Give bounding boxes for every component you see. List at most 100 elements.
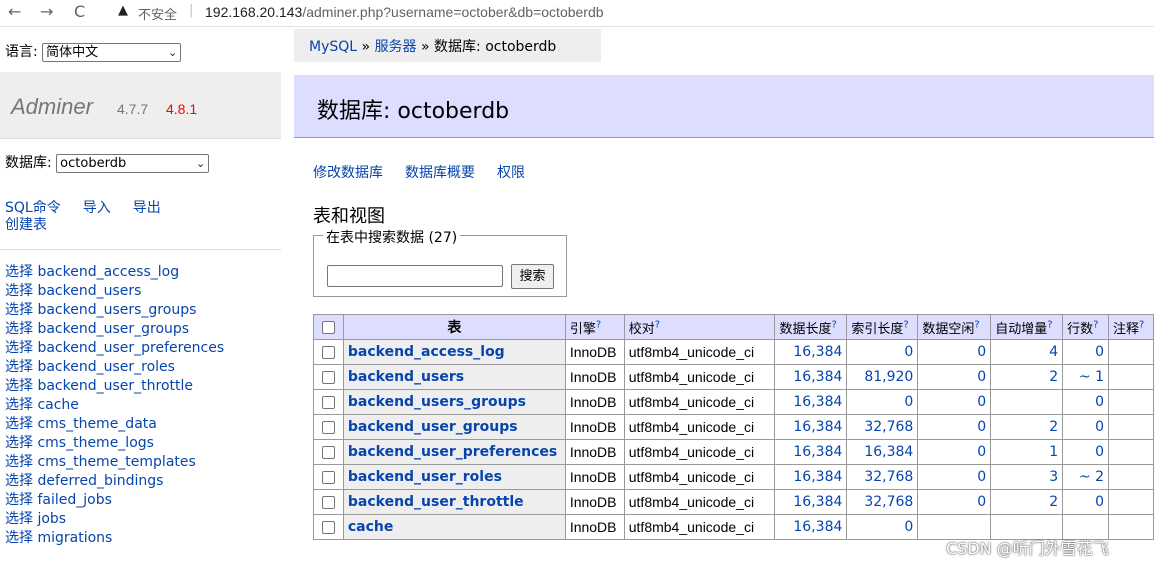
rows-link[interactable]: 0 <box>1095 419 1104 435</box>
column-header-name[interactable]: 表 <box>342 314 566 340</box>
table-name-link[interactable]: backend_users_groups <box>348 394 526 410</box>
column-header-rows[interactable]: 行数? <box>1062 314 1110 340</box>
rows-link[interactable]: 0 <box>1095 444 1104 460</box>
select-table-link[interactable]: 选择 backend_access_log <box>5 264 179 280</box>
data-free-link[interactable]: 0 <box>977 344 986 360</box>
data-length-link[interactable]: 16,384 <box>793 419 842 435</box>
row-checkbox[interactable] <box>321 445 335 459</box>
data-length-link[interactable]: 16,384 <box>793 394 842 410</box>
rows-link[interactable]: 0 <box>1095 494 1104 510</box>
index-length-link[interactable]: 0 <box>904 344 913 360</box>
help-icon[interactable]: ? <box>903 319 908 330</box>
help-icon[interactable]: ? <box>655 319 660 330</box>
create-table-link[interactable]: 创建表 <box>5 217 47 233</box>
select-table-link[interactable]: 选择 backend_user_throttle <box>5 378 193 394</box>
row-checkbox[interactable] <box>321 495 335 509</box>
column-header-index-length[interactable]: 索引长度? <box>846 314 919 340</box>
auto-increment-link[interactable]: 2 <box>1049 494 1058 510</box>
data-free-link[interactable]: 0 <box>977 494 986 510</box>
data-length-link[interactable]: 16,384 <box>793 344 842 360</box>
index-length-link[interactable]: 32,768 <box>864 494 913 510</box>
data-length-link[interactable]: 16,384 <box>793 519 842 535</box>
select-table-link[interactable]: 选择 failed_jobs <box>5 492 112 508</box>
column-header-engine[interactable]: 引擎? <box>564 314 625 340</box>
insecure-label[interactable]: 不安全 <box>138 4 177 23</box>
back-arrow-icon[interactable]: ← <box>8 2 21 21</box>
index-length-link[interactable]: 16,384 <box>864 444 913 460</box>
data-length-link[interactable]: 16,384 <box>793 494 842 510</box>
adminer-logo-link[interactable]: Adminer <box>11 94 93 120</box>
help-icon[interactable]: ? <box>1139 319 1144 330</box>
alter-database-link[interactable]: 修改数据库 <box>313 165 383 181</box>
search-legend[interactable]: 在表中搜索数据 (27) <box>323 227 461 247</box>
row-checkbox[interactable] <box>321 395 335 409</box>
data-length-link[interactable]: 16,384 <box>793 469 842 485</box>
select-table-link[interactable]: 选择 jobs <box>5 511 66 527</box>
index-length-link[interactable]: 0 <box>904 519 913 535</box>
new-version-link[interactable]: 4.8.1 <box>166 101 197 117</box>
index-length-link[interactable]: 32,768 <box>864 419 913 435</box>
breadcrumb-driver[interactable]: MySQL <box>309 39 357 55</box>
help-icon[interactable]: ? <box>1047 319 1052 330</box>
row-checkbox[interactable] <box>321 420 335 434</box>
select-all-checkbox[interactable] <box>321 320 335 334</box>
select-table-link[interactable]: 选择 cms_theme_logs <box>5 435 154 451</box>
row-checkbox[interactable] <box>321 520 335 534</box>
search-button[interactable]: 搜索 <box>511 264 554 289</box>
help-icon[interactable]: ? <box>832 319 837 330</box>
column-header-data-length[interactable]: 数据长度? <box>774 314 848 340</box>
column-header-comment[interactable]: 注释? <box>1108 314 1154 340</box>
select-table-link[interactable]: 选择 backend_users <box>5 283 141 299</box>
table-name-link[interactable]: cache <box>348 519 394 535</box>
export-link[interactable]: 导出 <box>133 200 161 216</box>
sql-command-link[interactable]: SQL命令 <box>5 200 61 216</box>
help-icon[interactable]: ? <box>596 319 601 330</box>
data-free-link[interactable]: 0 <box>977 444 986 460</box>
data-free-link[interactable]: 0 <box>977 369 986 385</box>
row-checkbox[interactable] <box>321 345 335 359</box>
table-name-link[interactable]: backend_user_preferences <box>348 444 557 460</box>
help-icon[interactable]: ? <box>1093 319 1098 330</box>
rows-link[interactable]: 0 <box>1095 344 1104 360</box>
rows-link[interactable]: ~ 2 <box>1079 469 1104 485</box>
privileges-link[interactable]: 权限 <box>497 165 525 181</box>
select-table-link[interactable]: 选择 backend_user_groups <box>5 321 189 337</box>
help-icon[interactable]: ? <box>974 319 979 330</box>
index-length-link[interactable]: 32,768 <box>864 469 913 485</box>
select-table-link[interactable]: 选择 cms_theme_templates <box>5 454 196 470</box>
column-header-auto-increment[interactable]: 自动增量? <box>990 314 1064 340</box>
data-free-link[interactable]: 0 <box>977 469 986 485</box>
language-select[interactable]: 简体中文 ⌄ <box>42 42 182 62</box>
data-length-link[interactable]: 16,384 <box>793 369 842 385</box>
auto-increment-link[interactable]: 1 <box>1049 444 1058 460</box>
select-table-link[interactable]: 选择 backend_user_preferences <box>5 340 224 356</box>
database-select[interactable]: octoberdb ⌄ <box>56 153 210 173</box>
data-length-link[interactable]: 16,384 <box>793 444 842 460</box>
import-link[interactable]: 导入 <box>83 200 111 216</box>
index-length-link[interactable]: 81,920 <box>864 369 913 385</box>
breadcrumb-server[interactable]: 服务器 <box>375 39 417 55</box>
auto-increment-link[interactable]: 2 <box>1049 369 1058 385</box>
select-table-link[interactable]: 选择 backend_user_roles <box>5 359 175 375</box>
row-checkbox[interactable] <box>321 370 335 384</box>
rows-link[interactable]: 0 <box>1095 394 1104 410</box>
data-free-link[interactable]: 0 <box>977 419 986 435</box>
rows-link[interactable]: ~ 1 <box>1079 369 1104 385</box>
column-header-collation[interactable]: 校对? <box>623 314 776 340</box>
select-table-link[interactable]: 选择 deferred_bindings <box>5 473 163 489</box>
data-free-link[interactable]: 0 <box>977 394 986 410</box>
table-name-link[interactable]: backend_user_roles <box>348 469 502 485</box>
select-table-link[interactable]: 选择 migrations <box>5 530 112 546</box>
database-schema-link[interactable]: 数据库概要 <box>405 165 475 181</box>
select-table-link[interactable]: 选择 backend_users_groups <box>5 302 196 318</box>
table-name-link[interactable]: backend_users <box>348 369 464 385</box>
auto-increment-link[interactable]: 3 <box>1049 469 1058 485</box>
search-input[interactable] <box>327 265 503 287</box>
select-table-link[interactable]: 选择 cms_theme_data <box>5 416 157 432</box>
select-table-link[interactable]: 选择 cache <box>5 397 79 413</box>
row-checkbox[interactable] <box>321 470 335 484</box>
reload-icon[interactable]: C <box>74 2 85 21</box>
auto-increment-link[interactable]: 4 <box>1049 344 1058 360</box>
auto-increment-link[interactable]: 2 <box>1049 419 1058 435</box>
table-name-link[interactable]: backend_access_log <box>348 344 505 360</box>
